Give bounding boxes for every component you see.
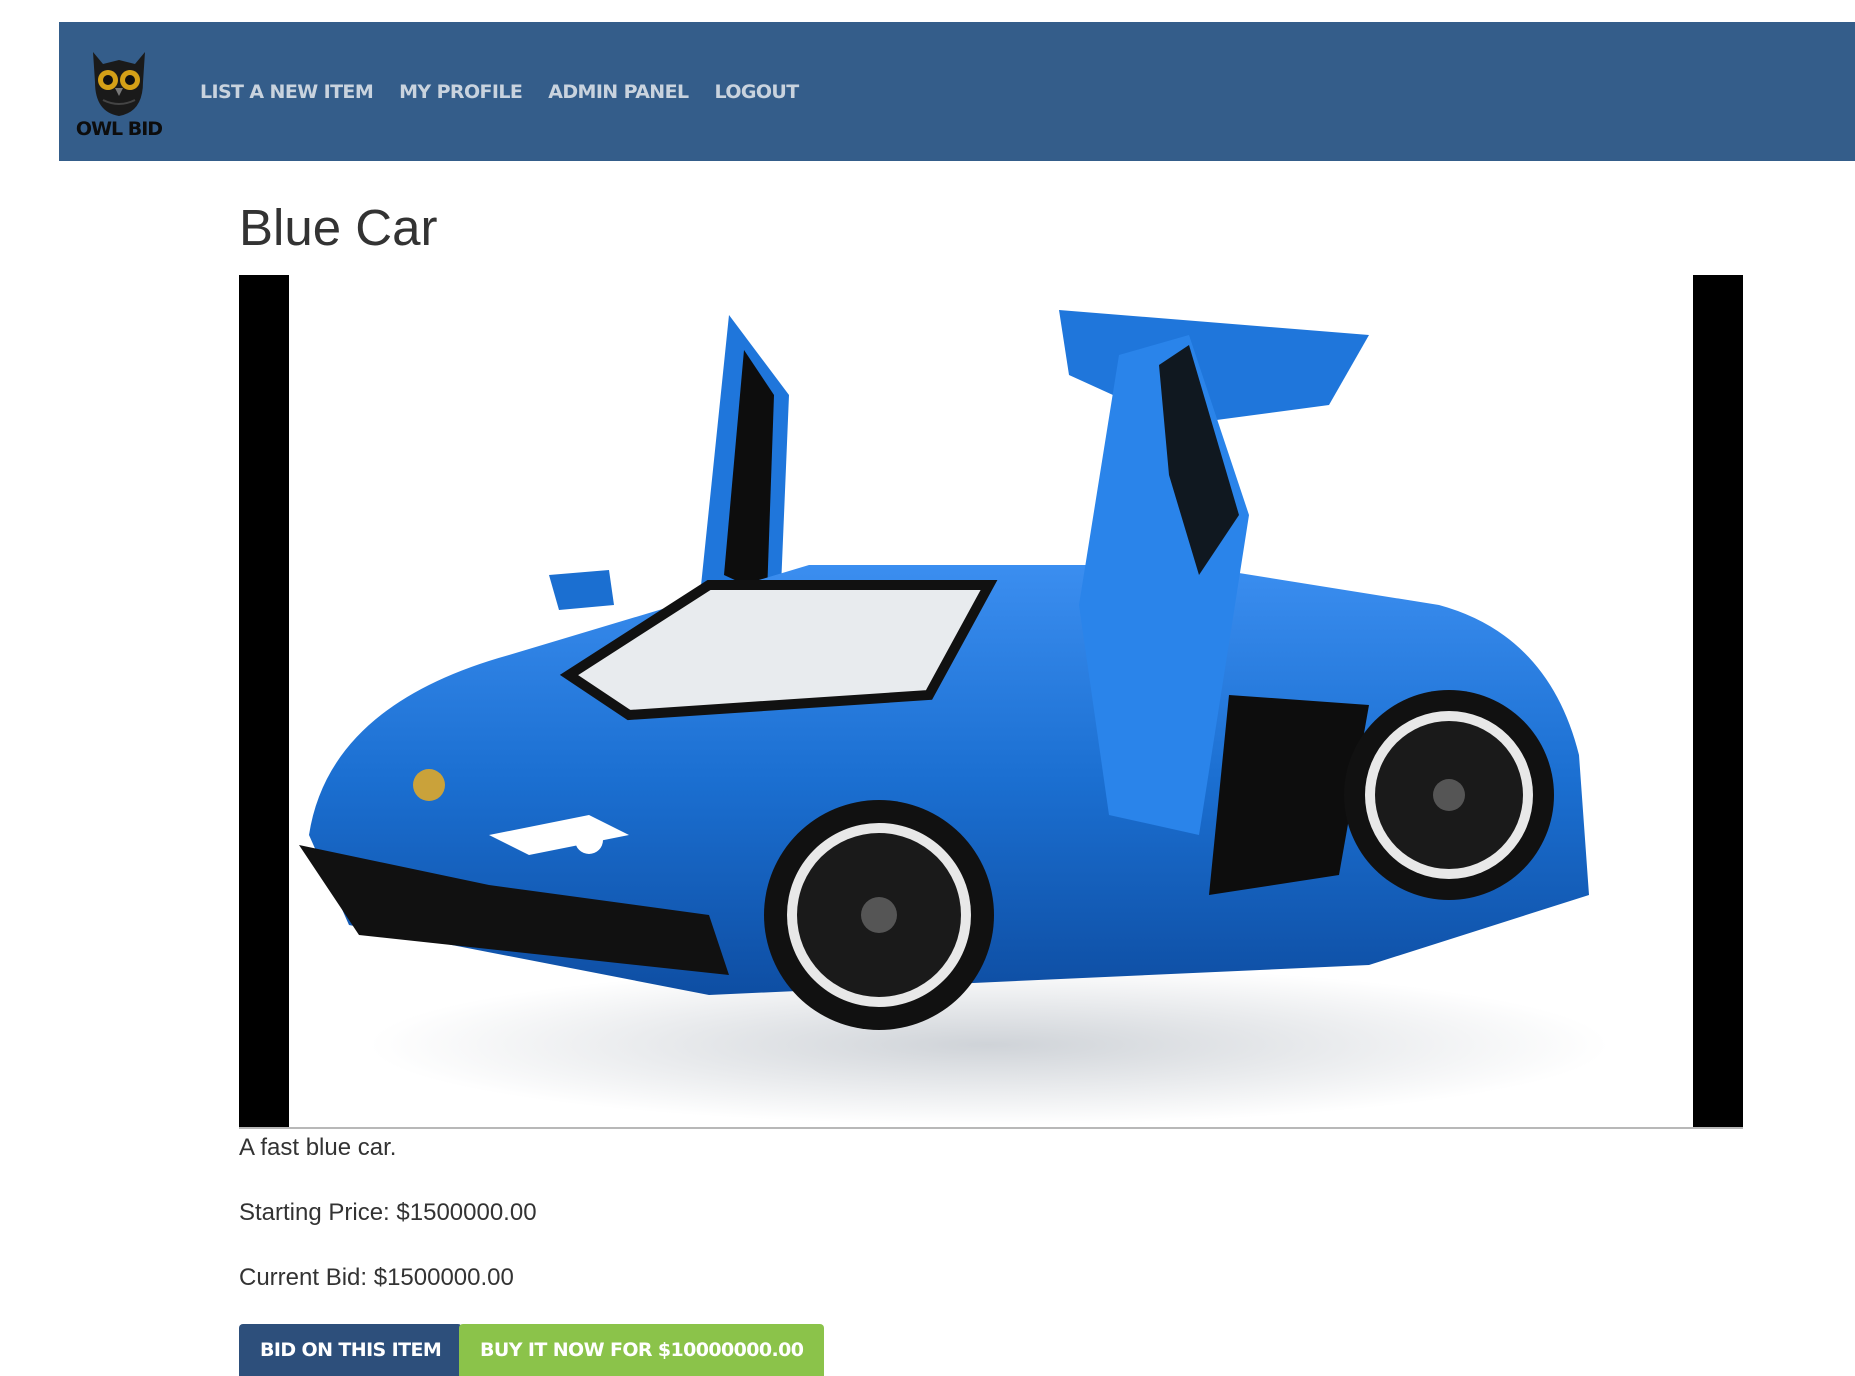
car-illustration: [299, 310, 1609, 1125]
nav-links: LIST A NEW ITEM MY PROFILE ADMIN PANEL L…: [200, 22, 799, 161]
owl-bid-logo[interactable]: OWL BID: [73, 42, 165, 142]
item-title: Blue Car: [239, 199, 438, 256]
logo-text: OWL BID: [75, 118, 163, 140]
buy-now-button[interactable]: BUY IT NOW FOR $10000000.00: [459, 1324, 825, 1376]
item-image-frame: [239, 275, 1743, 1129]
item-description: A fast blue car.: [239, 1134, 397, 1161]
starting-price: Starting Price: $1500000.00: [239, 1199, 537, 1226]
nav-logout[interactable]: LOGOUT: [715, 81, 800, 103]
current-bid: Current Bid: $1500000.00: [239, 1264, 514, 1291]
nav-my-profile[interactable]: MY PROFILE: [399, 81, 523, 103]
nav-list-new-item[interactable]: LIST A NEW ITEM: [200, 81, 374, 103]
item-image: [289, 275, 1693, 1127]
navbar: OWL BID LIST A NEW ITEM MY PROFILE ADMIN…: [59, 22, 1855, 161]
nav-admin-panel[interactable]: ADMIN PANEL: [548, 81, 689, 103]
owl-icon: [93, 52, 145, 116]
bid-button[interactable]: BID ON THIS ITEM: [239, 1324, 463, 1376]
